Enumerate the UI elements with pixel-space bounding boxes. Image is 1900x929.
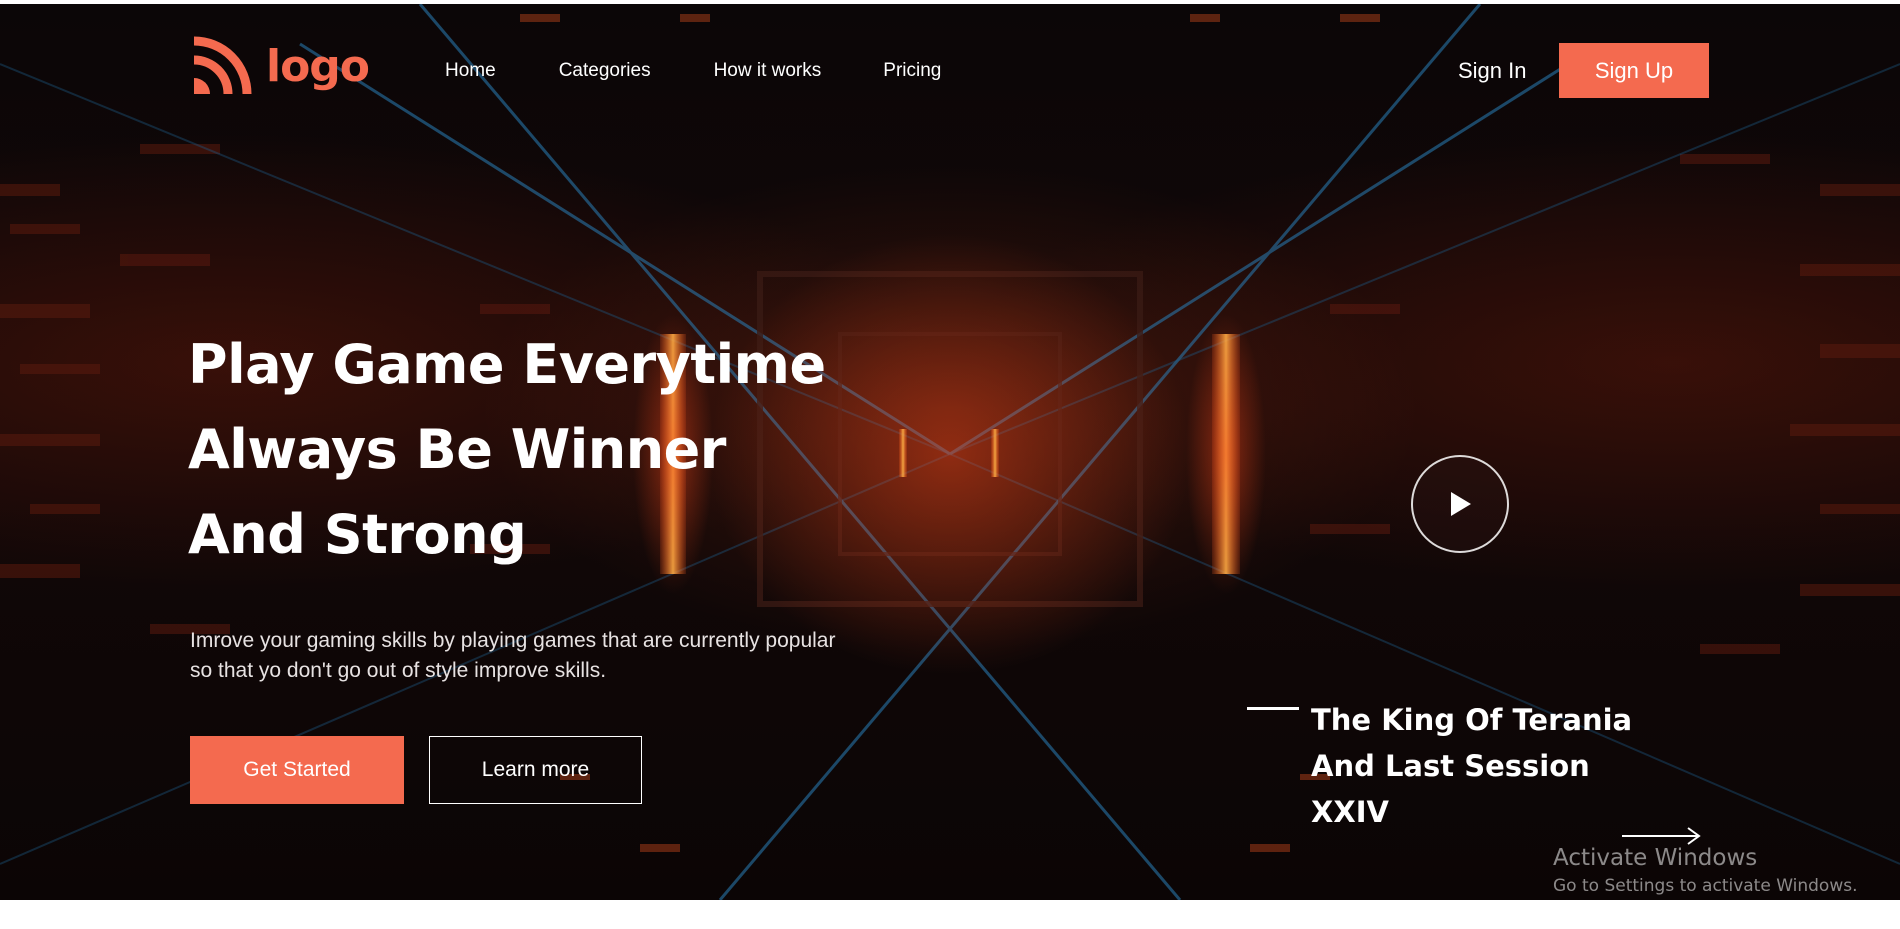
headline-line-1: Play Game Everytime	[188, 333, 826, 396]
featured-title-line-2: And Last Session	[1311, 749, 1590, 783]
nav-home[interactable]: Home	[445, 60, 496, 82]
watermark-subtitle: Go to Settings to activate Windows.	[1553, 876, 1858, 896]
sign-up-button[interactable]: Sign Up	[1559, 43, 1709, 98]
activate-windows-watermark: Activate Windows Go to Settings to activ…	[1553, 842, 1858, 898]
hero-section: logo Home Categories How it works Pricin…	[0, 4, 1900, 900]
featured-title-line-3: XXIV	[1311, 795, 1389, 829]
nav-how-it-works[interactable]: How it works	[714, 60, 822, 82]
featured-game-title: The King Of Terania And Last Session XXI…	[1311, 697, 1632, 835]
brand-logo[interactable]: logo	[190, 36, 370, 98]
headline-line-2: Always Be Winner	[188, 418, 726, 481]
headline-line-3: And Strong	[188, 503, 527, 566]
feature-divider-line	[1247, 707, 1299, 710]
learn-more-button[interactable]: Learn more	[429, 736, 642, 804]
logo-text: logo	[266, 41, 370, 92]
main-menu: Home Categories How it works Pricing	[445, 60, 941, 82]
page: logo Home Categories How it works Pricin…	[0, 0, 1900, 929]
nav-categories[interactable]: Categories	[559, 60, 651, 82]
hero-description: Imrove your gaming skills by playing gam…	[190, 629, 836, 682]
featured-title-line-1: The King Of Terania	[1311, 703, 1633, 737]
get-started-button[interactable]: Get Started	[190, 736, 404, 804]
wave-arcs-icon	[193, 36, 252, 95]
hero-headline: Play Game Everytime Always Be Winner And…	[188, 322, 826, 577]
sign-in-link[interactable]: Sign In	[1458, 58, 1527, 84]
play-video-button[interactable]	[1411, 455, 1509, 553]
nav-pricing[interactable]: Pricing	[883, 60, 941, 82]
play-icon	[1451, 492, 1471, 516]
top-navigation: logo Home Categories How it works Pricin…	[0, 4, 1900, 104]
watermark-title: Activate Windows	[1553, 845, 1758, 871]
